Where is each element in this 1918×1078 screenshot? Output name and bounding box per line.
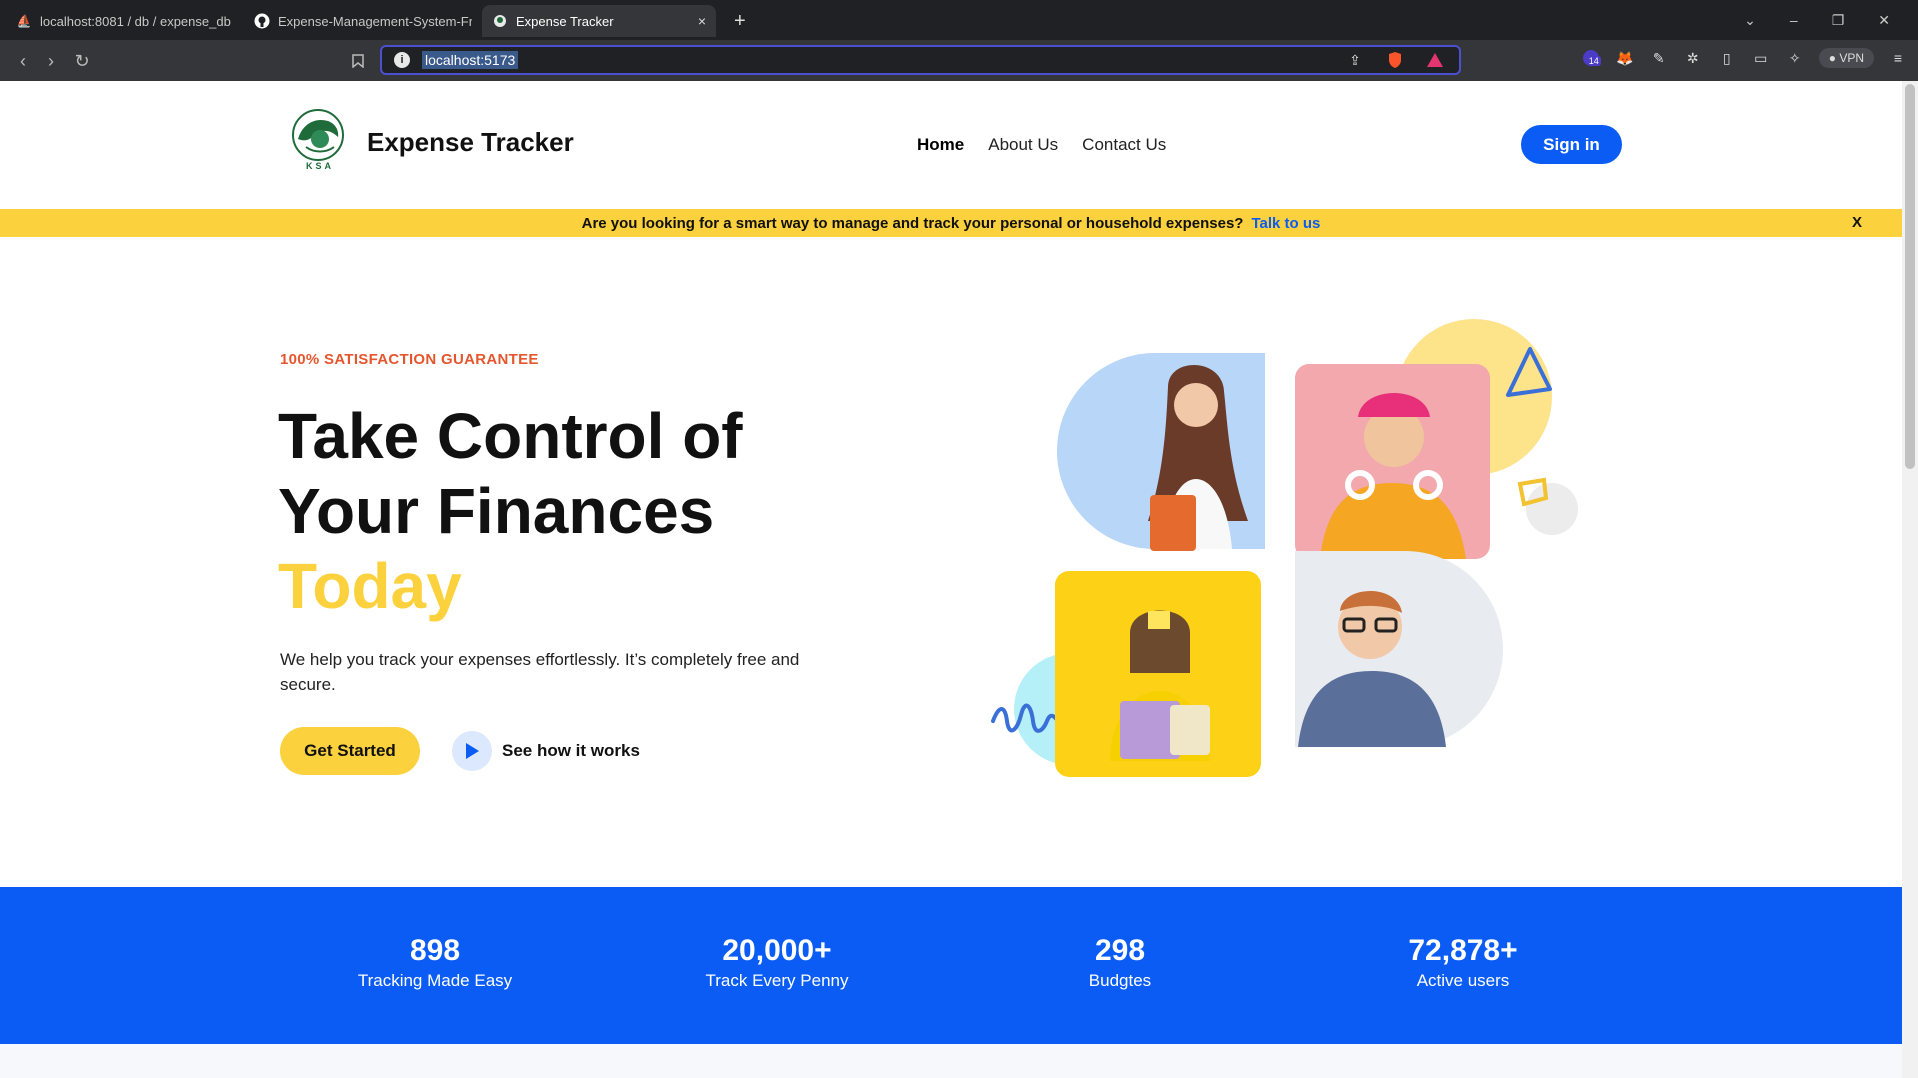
sidebar-icon[interactable]: ▯ <box>1717 48 1737 68</box>
leo-ai-icon[interactable]: ✧ <box>1785 48 1805 68</box>
browser-tab-phpmyadmin[interactable]: ⛵ localhost:8081 / db / expense_db / ... <box>6 5 234 37</box>
window-controls: ⌄ – ❐ ✕ <box>1744 0 1918 40</box>
stat-value: 898 <box>409 934 461 967</box>
hero-collage <box>991 319 1578 777</box>
restore-icon[interactable]: ❐ <box>1832 12 1845 29</box>
tab-title: Expense Tracker <box>516 13 614 29</box>
page-viewport: KSA Expense Tracker Home About Us Contac… <box>0 81 1902 1078</box>
site-logo[interactable]: KSA <box>290 109 346 175</box>
tab-title: Expense-Management-System-Fron <box>278 13 472 29</box>
url-text[interactable]: localhost:5173 <box>422 51 519 69</box>
page-scrollbar[interactable] <box>1902 81 1918 1078</box>
back-icon[interactable]: ‹ <box>12 50 34 72</box>
vpn-label: VPN <box>1839 51 1864 65</box>
banner-text: Are you looking for a smart way to manag… <box>581 214 1244 232</box>
share-icon[interactable]: ⇪ <box>1345 50 1365 70</box>
stat-label: Track Every Penny <box>705 971 849 990</box>
tab-close-icon[interactable]: × <box>698 13 706 29</box>
extension-badge-count: 14 <box>1586 56 1601 66</box>
get-started-button[interactable]: Get Started <box>280 727 420 775</box>
browser-toolbar: ‹ › ↻ i localhost:5173 ⇪ 14 🦊 ✎ ✲ ▯ ▭ ✧ … <box>0 40 1918 81</box>
color-picker-icon[interactable]: ✎ <box>1649 48 1669 68</box>
forward-icon[interactable]: › <box>40 50 62 72</box>
stats-section: 898 Tracking Made Easy 20,000+ Track Eve… <box>0 887 1902 1044</box>
extensions-row: 14 🦊 ✎ ✲ ▯ ▭ ✧ ● VPN ≡ <box>1581 48 1908 68</box>
site-info-icon[interactable]: i <box>394 52 410 68</box>
tab-title: localhost:8081 / db / expense_db / ... <box>40 13 234 29</box>
phpmyadmin-icon: ⛵ <box>16 14 32 28</box>
brand-name[interactable]: Expense Tracker <box>367 127 574 158</box>
scrollbar-thumb[interactable] <box>1905 84 1915 469</box>
brave-rewards-icon[interactable] <box>1425 50 1445 70</box>
stat-item: 72,878+ Active users <box>1333 933 1593 993</box>
site-favicon-icon <box>492 13 508 29</box>
extension-badge-icon[interactable]: 14 <box>1581 48 1601 68</box>
browser-tab-expense-tracker[interactable]: Expense Tracker × <box>482 5 716 37</box>
main-nav: Home About Us Contact Us <box>917 135 1166 155</box>
logo-caption: KSA <box>306 161 335 171</box>
menu-icon[interactable]: ≡ <box>1888 48 1908 68</box>
decor-gray-circle <box>1526 483 1578 535</box>
browser-tab-bar: ⛵ localhost:8081 / db / expense_db / ...… <box>0 0 1918 40</box>
see-how-it-works-button[interactable]: See how it works <box>452 731 640 771</box>
sign-in-button[interactable]: Sign in <box>1521 125 1622 164</box>
stat-item: 298 Budgtes <box>990 933 1250 993</box>
reload-icon[interactable]: ↻ <box>71 50 93 72</box>
stat-label: Active users <box>1416 971 1510 990</box>
hero-title-line2: Your Finances <box>278 475 715 547</box>
browser-tab-github[interactable]: Expense-Management-System-Fron <box>244 5 472 37</box>
stat-value: 72,878+ <box>1408 934 1518 967</box>
vpn-button[interactable]: ● VPN <box>1818 48 1874 68</box>
stat-label: Budgtes <box>1088 971 1152 990</box>
hero-description: We help you track your expenses effortle… <box>280 650 800 694</box>
stat-value: 298 <box>1094 934 1146 967</box>
new-tab-button[interactable]: + <box>724 5 754 37</box>
github-icon <box>254 13 270 29</box>
banner-close-button[interactable]: X <box>1852 214 1862 231</box>
minimize-icon[interactable]: – <box>1790 12 1798 28</box>
metamask-icon[interactable]: 🦊 <box>1615 48 1635 68</box>
play-icon <box>452 731 492 771</box>
stat-item: 20,000+ Track Every Penny <box>647 933 907 993</box>
nav-item-contact-us[interactable]: Contact Us <box>1082 135 1166 155</box>
brave-shield-icon[interactable] <box>1385 50 1405 70</box>
address-bar[interactable]: i localhost:5173 ⇪ <box>380 45 1461 75</box>
nav-item-about-us[interactable]: About Us <box>988 135 1058 155</box>
howto-label: See how it works <box>502 741 640 760</box>
wallet-icon[interactable]: ▭ <box>1751 48 1771 68</box>
announcement-banner: Are you looking for a smart way to manag… <box>0 209 1902 237</box>
hero-eyebrow: 100% SATISFACTION GUARANTEE <box>280 351 539 368</box>
close-window-icon[interactable]: ✕ <box>1878 12 1890 29</box>
hero-title-accent: Today <box>278 550 462 622</box>
extensions-puzzle-icon[interactable]: ✲ <box>1683 48 1703 68</box>
stat-item: 898 Tracking Made Easy <box>305 933 565 993</box>
stat-label: Tracking Made Easy <box>357 971 513 990</box>
site-header: KSA Expense Tracker Home About Us Contac… <box>0 81 1902 209</box>
nav-item-home[interactable]: Home <box>917 135 964 155</box>
bookmark-icon[interactable] <box>347 50 369 72</box>
hero-title-line1: Take Control of <box>278 400 743 472</box>
talk-to-us-link[interactable]: Talk to us <box>1251 215 1320 232</box>
hero-title: Take Control of Your Finances <box>278 399 838 549</box>
next-section <box>0 1044 1902 1078</box>
tab-list-dropdown-icon[interactable]: ⌄ <box>1744 12 1756 29</box>
stat-value: 20,000+ <box>722 934 832 967</box>
